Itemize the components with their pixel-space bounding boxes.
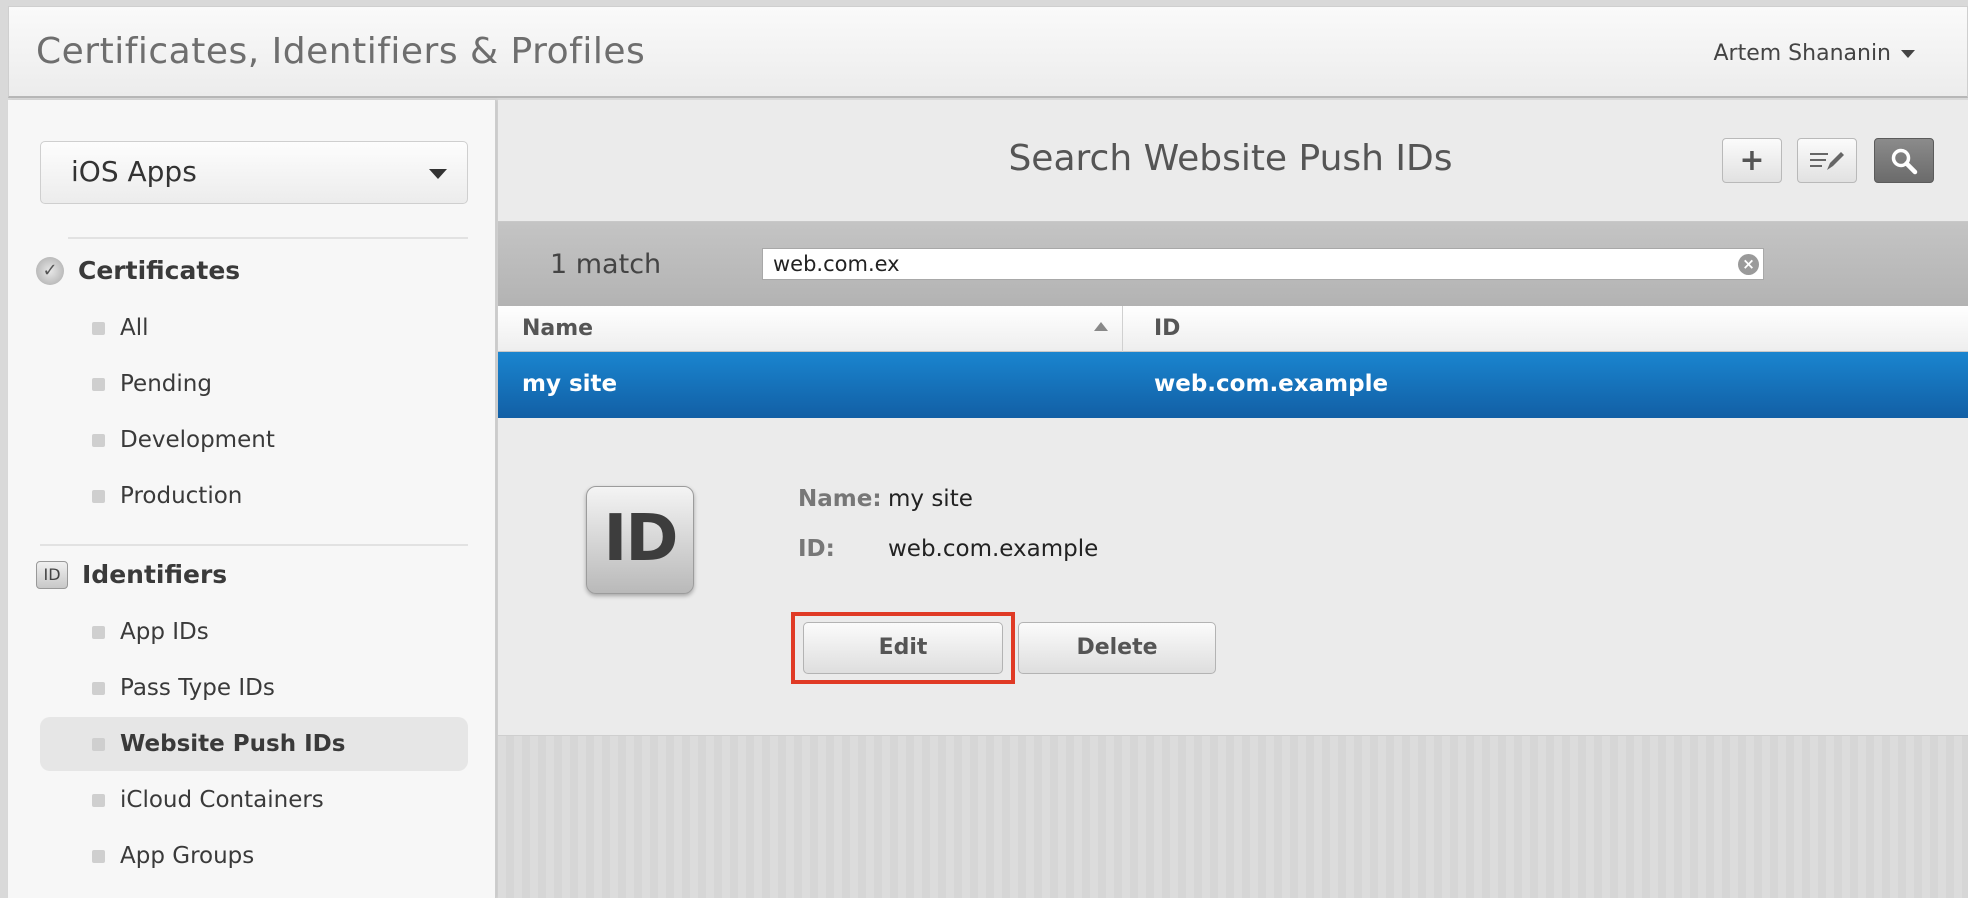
user-menu[interactable]: Artem Shananin	[1713, 41, 1915, 66]
table-header: Name ID	[498, 306, 1968, 352]
search-bar: 1 match ×	[498, 222, 1968, 306]
section-certificates: ✓ Certificates	[36, 256, 240, 285]
sidebar-item-label: Website Push IDs	[120, 731, 346, 757]
main-panel: Search Website Push IDs + 1 match × Name	[498, 100, 1968, 898]
page-title: Certificates, Identifiers & Profiles	[36, 31, 646, 72]
sidebar-item-label: Pending	[120, 371, 212, 397]
detail-panel: ID Name: my site ID: web.com.example Edi…	[498, 418, 1968, 736]
section-heading: Identifiers	[82, 560, 228, 589]
clear-icon[interactable]: ×	[1738, 254, 1759, 275]
sidebar-item-label: App Groups	[120, 843, 255, 869]
sidebar-item-label: Production	[120, 483, 243, 509]
divider	[68, 237, 468, 239]
sidebar-item-label: Pass Type IDs	[120, 675, 275, 701]
search-icon	[1891, 148, 1918, 174]
sidebar-item-pass-type-ids[interactable]: Pass Type IDs	[40, 661, 468, 715]
sidebar: iOS Apps ✓ Certificates All Pending Deve…	[8, 100, 496, 898]
chevron-down-icon	[1901, 49, 1915, 58]
sidebar-item-label: Development	[120, 427, 275, 453]
column-id-header[interactable]: ID	[1154, 316, 1180, 341]
bullet-icon	[92, 490, 105, 503]
divider	[40, 544, 468, 546]
certificate-icon: ✓	[36, 256, 64, 285]
bullet-icon	[92, 682, 105, 695]
row-id: web.com.example	[1154, 371, 1389, 397]
bullet-icon	[92, 434, 105, 447]
edit-list-button[interactable]	[1797, 138, 1857, 183]
sidebar-item-app-ids[interactable]: App IDs	[40, 605, 468, 659]
bullet-icon	[92, 738, 105, 751]
highlight-annotation	[791, 612, 1015, 684]
sidebar-item-label: iCloud Containers	[120, 787, 324, 813]
sidebar-item-development[interactable]: Development	[40, 413, 468, 467]
bullet-icon	[92, 322, 105, 335]
sidebar-item-label: App IDs	[120, 619, 209, 645]
row-name: my site	[522, 371, 618, 397]
user-name: Artem Shananin	[1713, 41, 1892, 66]
id-value: web.com.example	[888, 536, 1099, 562]
chevron-down-icon	[429, 169, 447, 179]
name-value: my site	[888, 486, 973, 512]
add-button[interactable]: +	[1722, 138, 1782, 183]
edit-list-icon	[1810, 151, 1844, 170]
search-input[interactable]	[762, 248, 1764, 280]
sidebar-item-all[interactable]: All	[40, 301, 468, 355]
search-button[interactable]	[1874, 138, 1934, 183]
sidebar-item-label: All	[120, 315, 149, 341]
sidebar-item-production[interactable]: Production	[40, 469, 468, 523]
sort-asc-icon	[1094, 322, 1108, 331]
plus-icon: +	[1739, 143, 1765, 178]
main-header: Search Website Push IDs +	[498, 100, 1968, 222]
sidebar-item-app-groups[interactable]: App Groups	[40, 829, 468, 883]
column-separator	[1122, 306, 1123, 352]
section-identifiers: ID Identifiers	[36, 560, 227, 589]
sidebar-item-pending[interactable]: Pending	[40, 357, 468, 411]
bullet-icon	[92, 850, 105, 863]
section-heading: Certificates	[78, 256, 241, 285]
platform-select[interactable]: iOS Apps	[40, 141, 468, 204]
name-label: Name:	[798, 486, 882, 512]
bullet-icon	[92, 378, 105, 391]
id-badge-icon: ID	[586, 486, 694, 594]
platform-label: iOS Apps	[71, 155, 197, 188]
column-name-header[interactable]: Name	[522, 316, 593, 341]
bullet-icon	[92, 626, 105, 639]
top-header: Certificates, Identifiers & Profiles Art…	[8, 6, 1968, 98]
match-count: 1 match	[550, 249, 662, 280]
id-icon: ID	[36, 560, 68, 589]
delete-button[interactable]: Delete	[1018, 622, 1216, 674]
sidebar-item-icloud-containers[interactable]: iCloud Containers	[40, 773, 468, 827]
id-label: ID:	[798, 536, 835, 562]
window-edge	[1968, 0, 1980, 898]
table-row[interactable]: my site web.com.example	[498, 352, 1968, 418]
background-area	[498, 736, 1968, 898]
sidebar-item-website-push-ids[interactable]: Website Push IDs	[40, 717, 468, 771]
bullet-icon	[92, 794, 105, 807]
